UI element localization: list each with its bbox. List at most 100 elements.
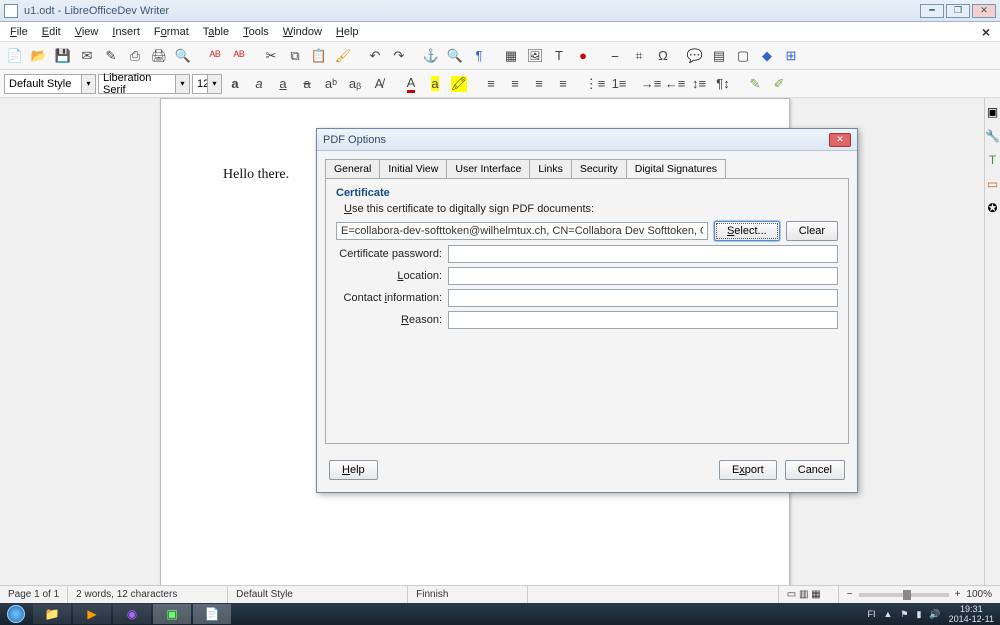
open-icon[interactable]: 📂 bbox=[28, 45, 50, 67]
maximize-button[interactable]: ❐ bbox=[946, 4, 970, 18]
sidebar-styles-icon[interactable]: T bbox=[986, 150, 1000, 170]
page-break-icon[interactable]: ⎯ bbox=[604, 45, 626, 67]
preview-icon[interactable]: 🔍 bbox=[172, 45, 194, 67]
edit-mode-icon[interactable]: ✎ bbox=[100, 45, 122, 67]
email-icon[interactable]: ✉ bbox=[76, 45, 98, 67]
copy-icon[interactable]: ⧉ bbox=[284, 45, 306, 67]
status-language[interactable]: Finnish bbox=[408, 586, 528, 603]
indent-inc-icon[interactable]: →≡ bbox=[640, 73, 662, 95]
select-certificate-button[interactable]: Select... bbox=[714, 221, 780, 241]
superscript-icon[interactable]: aᵇ bbox=[320, 73, 342, 95]
comment-icon[interactable]: 💬 bbox=[684, 45, 706, 67]
find-icon[interactable]: 🔍 bbox=[444, 45, 466, 67]
export-button[interactable]: Export bbox=[719, 460, 777, 480]
font-size-select[interactable]: 12▾ bbox=[192, 74, 222, 94]
draw-line-icon[interactable]: ✎ bbox=[744, 73, 766, 95]
italic-icon[interactable]: a bbox=[248, 73, 270, 95]
undo-icon[interactable]: ↶ bbox=[364, 45, 386, 67]
menu-table[interactable]: Table bbox=[197, 24, 235, 40]
close-document-button[interactable]: × bbox=[976, 24, 996, 40]
numbering-icon[interactable]: 1≡ bbox=[608, 73, 630, 95]
dialog-close-button[interactable]: ✕ bbox=[829, 133, 851, 147]
menu-window[interactable]: Window bbox=[277, 24, 328, 40]
align-right-icon[interactable]: ≡ bbox=[528, 73, 550, 95]
start-button[interactable] bbox=[0, 603, 32, 625]
align-left-icon[interactable]: ≡ bbox=[480, 73, 502, 95]
strike-icon[interactable]: a bbox=[296, 73, 318, 95]
shape-icon[interactable]: ◆ bbox=[756, 45, 778, 67]
highlight2-icon[interactable]: 🖍 bbox=[448, 73, 470, 95]
bullets-icon[interactable]: ⋮≡ bbox=[584, 73, 606, 95]
spellcheck-icon[interactable]: ᴬᴮ bbox=[204, 45, 226, 67]
align-justify-icon[interactable]: ≡ bbox=[552, 73, 574, 95]
image-icon[interactable]: 🖼 bbox=[524, 45, 546, 67]
task-explorer[interactable]: 📁 bbox=[33, 604, 71, 624]
font-name-select[interactable]: Liberation Serif▾ bbox=[98, 74, 190, 94]
cancel-button[interactable]: Cancel bbox=[785, 460, 845, 480]
menu-insert[interactable]: Insert bbox=[106, 24, 146, 40]
tray-flag-icon[interactable]: ▲ bbox=[883, 609, 892, 619]
paragraph-style-select[interactable]: Default Style▾ bbox=[4, 74, 96, 94]
task-writer[interactable]: 📄 bbox=[193, 604, 231, 624]
font-color-icon[interactable]: A bbox=[400, 73, 422, 95]
special-char-icon[interactable]: Ω bbox=[652, 45, 674, 67]
subscript-icon[interactable]: aᵦ bbox=[344, 73, 366, 95]
nonprint-icon[interactable]: ¶ bbox=[468, 45, 490, 67]
pdf-icon[interactable]: ⎙ bbox=[124, 45, 146, 67]
menu-tools[interactable]: Tools bbox=[237, 24, 275, 40]
sidebar-wrench-icon[interactable]: 🔧 bbox=[986, 126, 1000, 146]
contact-field[interactable] bbox=[448, 289, 838, 307]
para-spacing-icon[interactable]: ¶↕ bbox=[712, 73, 734, 95]
grid-icon[interactable]: ⊞ bbox=[780, 45, 802, 67]
sidebar-properties-icon[interactable]: ▣ bbox=[986, 102, 1000, 122]
tab-links[interactable]: Links bbox=[529, 159, 572, 178]
hyperlink-icon[interactable]: ⚓ bbox=[420, 45, 442, 67]
status-view-icons[interactable]: ▭ ▥ ▦ bbox=[779, 586, 839, 603]
menu-format[interactable]: Format bbox=[148, 24, 195, 40]
task-terminal[interactable]: ▣ bbox=[153, 604, 191, 624]
header-icon[interactable]: ▤ bbox=[708, 45, 730, 67]
tab-digital-signatures[interactable]: Digital Signatures bbox=[626, 159, 726, 178]
save-icon[interactable]: 💾 bbox=[52, 45, 74, 67]
paste-icon[interactable]: 📋 bbox=[308, 45, 330, 67]
table-icon[interactable]: ▦ bbox=[500, 45, 522, 67]
draw-shape-icon[interactable]: ✐ bbox=[768, 73, 790, 95]
align-center-icon[interactable]: ≡ bbox=[504, 73, 526, 95]
clear-certificate-button[interactable]: Clear bbox=[786, 221, 838, 241]
help-button[interactable]: Help bbox=[329, 460, 378, 480]
tray-action-icon[interactable]: ⚑ bbox=[900, 609, 908, 620]
tray-lang[interactable]: FI bbox=[867, 609, 875, 619]
record-icon[interactable]: ● bbox=[572, 45, 594, 67]
redo-icon[interactable]: ↷ bbox=[388, 45, 410, 67]
system-tray[interactable]: FI ▲ ⚑ ▮ 🔊 19:31 2014-12-11 bbox=[867, 604, 1000, 624]
tab-user-interface[interactable]: User Interface bbox=[446, 159, 530, 178]
window-close-button[interactable]: ✕ bbox=[972, 4, 996, 18]
field-icon[interactable]: ⌗ bbox=[628, 45, 650, 67]
tray-network-icon[interactable]: ▮ bbox=[916, 609, 921, 620]
certificate-password-field[interactable] bbox=[448, 245, 838, 263]
highlight-icon[interactable]: a bbox=[424, 73, 446, 95]
line-spacing-icon[interactable]: ↕≡ bbox=[688, 73, 710, 95]
location-field[interactable] bbox=[448, 267, 838, 285]
minimize-button[interactable]: ━ bbox=[920, 4, 944, 18]
remove-format-icon[interactable]: A̸ bbox=[368, 73, 390, 95]
menu-file[interactable]: File bbox=[4, 24, 34, 40]
certificate-field[interactable] bbox=[336, 222, 708, 240]
menu-help[interactable]: Help bbox=[330, 24, 365, 40]
tab-general[interactable]: General bbox=[325, 159, 380, 178]
tray-clock[interactable]: 19:31 2014-12-11 bbox=[949, 604, 994, 624]
textbox-icon[interactable]: T bbox=[548, 45, 570, 67]
bold-icon[interactable]: a bbox=[224, 73, 246, 95]
zoom-control[interactable]: −+ 100% bbox=[839, 586, 1000, 603]
print-icon[interactable]: 🖨 bbox=[148, 45, 170, 67]
reason-field[interactable] bbox=[448, 311, 838, 329]
task-media[interactable]: ▶ bbox=[73, 604, 111, 624]
tab-security[interactable]: Security bbox=[571, 159, 627, 178]
sidebar-navigator-icon[interactable]: ✪ bbox=[986, 198, 1000, 218]
indent-dec-icon[interactable]: ←≡ bbox=[664, 73, 686, 95]
new-icon[interactable]: 📄 bbox=[4, 45, 26, 67]
task-app1[interactable]: ◉ bbox=[113, 604, 151, 624]
underline-icon[interactable]: a bbox=[272, 73, 294, 95]
sidebar-gallery-icon[interactable]: ▭ bbox=[986, 174, 1000, 194]
autospell-icon[interactable]: ᴬᴮ bbox=[228, 45, 250, 67]
